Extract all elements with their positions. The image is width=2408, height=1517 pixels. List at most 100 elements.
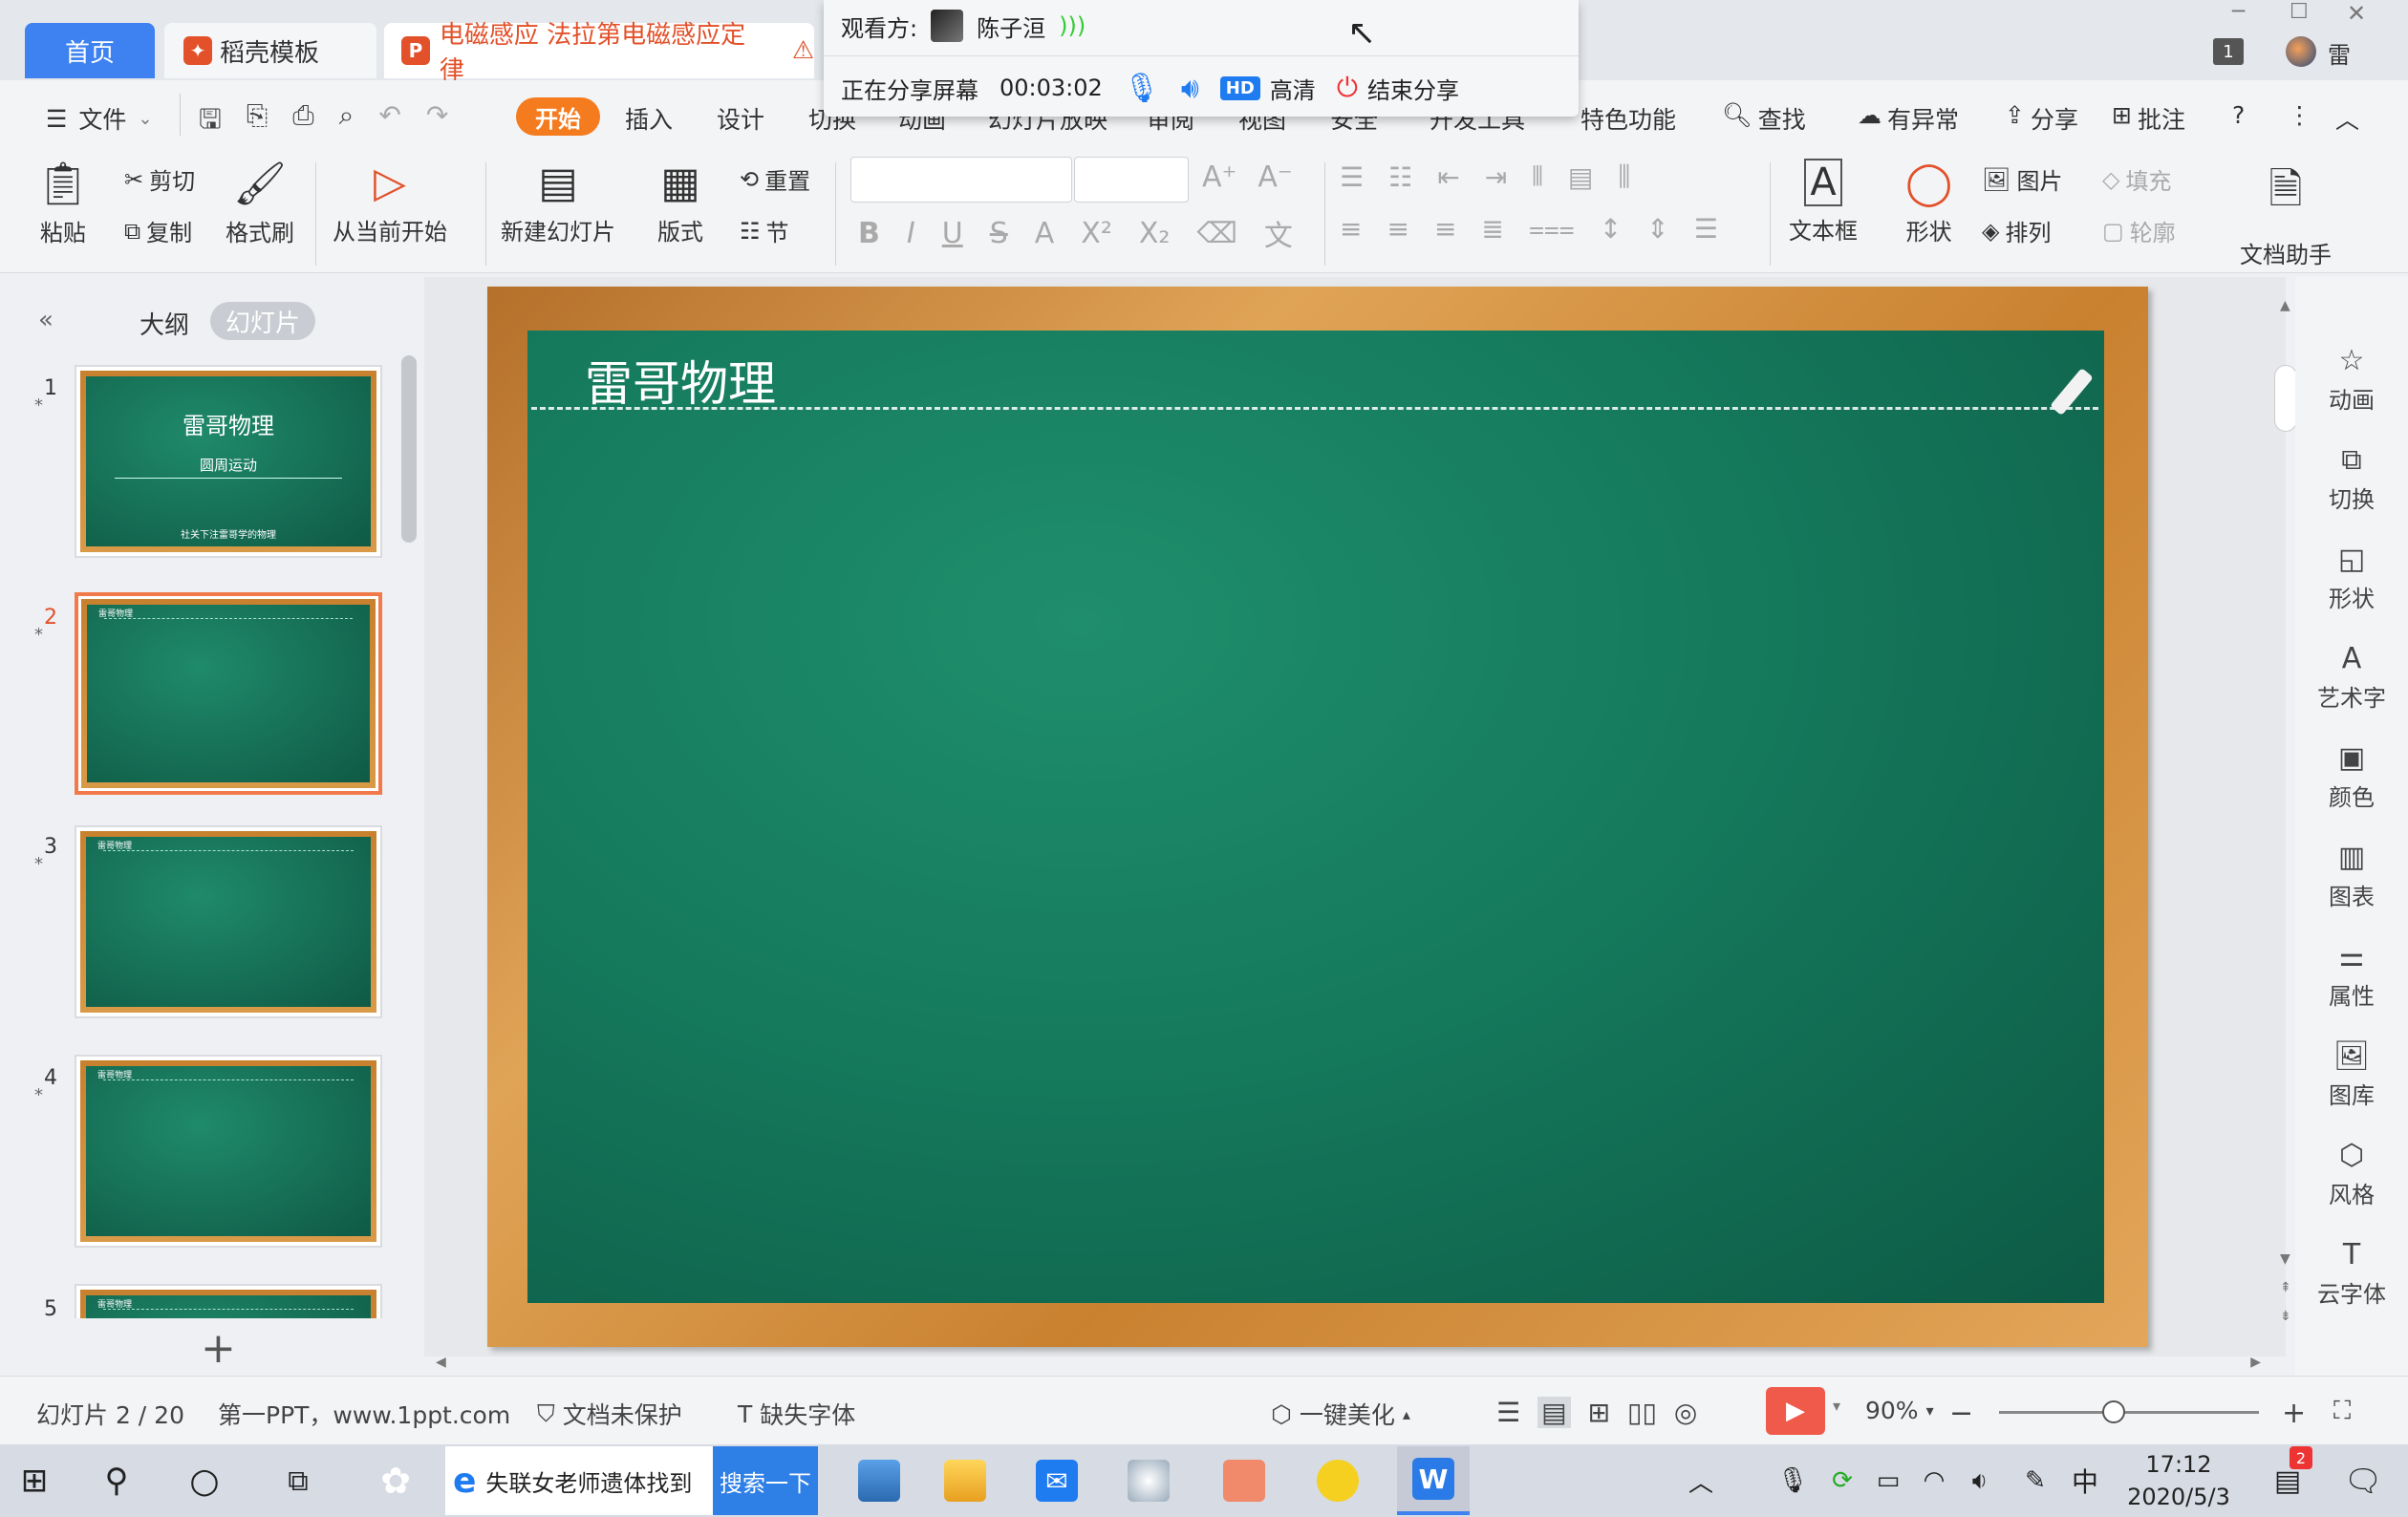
window-count-badge[interactable]: 1 [2213,38,2244,65]
tab-home[interactable]: 首页 [25,23,155,78]
slides-tab[interactable]: 幻灯片 [210,302,315,340]
zoom-slider-handle[interactable] [2102,1400,2125,1423]
line-spacing-options-icon[interactable]: ☰ [1694,213,1718,245]
pen-icon[interactable]: ✎ [2016,1456,2054,1506]
play-from-current-button[interactable]: ▷ 从当前开始 [333,159,447,246]
italic-icon[interactable]: I [907,217,915,250]
prev-slide-icon[interactable]: ⇞ [2280,1280,2291,1295]
taskbar-app-explorer[interactable] [936,1456,994,1506]
picture-button[interactable]: 🖼︎ 图片 [1982,162,2062,196]
tab-document[interactable]: P 电磁感应 法拉第电磁感应定律 ⚠ [384,21,814,85]
find-button[interactable]: 🔍︎ 查找 [1722,101,1806,136]
scroll-down-icon[interactable]: ▼ [2280,1251,2290,1267]
distribute-icon[interactable]: ⩶ [1529,212,1575,245]
scrollbar-thumb[interactable] [2274,365,2297,432]
arrange-button[interactable]: ◈ 排列 [1982,214,2051,247]
menu-start[interactable]: 开始 [516,97,600,136]
outline-tab[interactable]: 大纲 [140,306,189,341]
taskbar-app-slides[interactable] [1215,1456,1273,1506]
eraser-icon[interactable]: ⌫ [1196,217,1236,250]
font-size-select[interactable] [1074,157,1189,203]
superscript-icon[interactable]: X² [1081,217,1112,250]
new-slide-button[interactable]: ▤ 新建幻灯片 [501,159,615,246]
taskbar-app-computer[interactable] [850,1456,908,1506]
scroll-right-icon[interactable]: ▶ [2250,1355,2261,1370]
print-icon[interactable]: ⎙ [292,99,313,145]
outdent-icon[interactable]: ⇤ [1437,161,1459,193]
sidebar-transition[interactable]: ⧉ 切换 [2295,443,2408,514]
presenter-view-icon[interactable]: ◎ [1674,1397,1697,1428]
app-icon[interactable]: ✿ [371,1456,420,1506]
sidebar-style[interactable]: ⬡ 风格 [2295,1139,2408,1209]
fill-button[interactable]: ◇ 填充 [2102,162,2171,196]
system-clock[interactable]: 17:12 2020/5/3 [2121,1446,2236,1515]
user-avatar[interactable] [2286,36,2316,67]
menu-special[interactable]: 特色功能 [1580,101,1676,136]
slide-thumbnail-1[interactable]: 雷哥物理 圆周运动 社关下注雷哥学的物理 [75,365,382,558]
outline-button[interactable]: ▢ 轮廓 [2102,214,2176,247]
missing-font-button[interactable]: T 缺失字体 [738,1397,855,1431]
microphone-icon[interactable]: 🎙︎ [1124,72,1160,105]
sidebar-properties[interactable]: ⚌ 属性 [2295,940,2408,1011]
save-icon[interactable]: 🖫 [199,99,222,145]
comment-button[interactable]: ⊞ 批注 [2112,101,2185,136]
subscript-icon[interactable]: X₂ [1139,217,1171,250]
zoom-level[interactable]: 90% ▾ [1865,1397,1934,1424]
tab-templates[interactable]: ✦ 稻壳模板 [164,23,376,78]
taskbar-search-box[interactable]: e 失联女老师遗体找到 搜索一下 [445,1446,818,1515]
phonetic-icon[interactable]: 文 [1264,212,1293,254]
copy-button[interactable]: ⧉ 复制 [124,214,192,247]
tray-expand-icon[interactable]: ︿ [1682,1456,1720,1506]
font-family-select[interactable] [850,157,1072,203]
bold-icon[interactable]: B [858,217,880,250]
protection-status[interactable]: ⛉ 文档未保护 [537,1397,682,1431]
export-icon[interactable]: ⎘ [247,99,268,145]
strikethrough-icon[interactable]: S [990,217,1008,250]
help-icon[interactable]: ? [2232,101,2245,129]
zoom-slider[interactable] [1999,1411,2259,1414]
reset-button[interactable]: ⟲ 重置 [740,162,810,196]
scroll-left-icon[interactable]: ◀ [436,1355,446,1370]
textbox-button[interactable]: A 文本框 [1789,159,1858,246]
taskbar-app-person[interactable] [1120,1456,1177,1506]
file-menu[interactable]: ☰ 文件 ⌄ [46,101,153,136]
exception-button[interactable]: ☁ 有异常 [1858,101,1959,136]
menu-insert[interactable]: 插入 [625,101,673,136]
section-button[interactable]: ☷ 节 [740,214,789,247]
cortana-icon[interactable]: ○ [180,1456,229,1506]
action-center-icon[interactable]: 🗨︎ [2339,1456,2387,1506]
columns-icon[interactable]: ⫼ [1618,160,1630,193]
horizontal-scrollbar[interactable]: ◀ ▶ [436,1355,2261,1374]
text-direction-icon[interactable]: ⫴ [1532,160,1543,193]
sidebar-chart[interactable]: ▥ 图表 [2295,841,2408,911]
wifi-icon[interactable]: ◠ [1915,1456,1953,1506]
volume-icon[interactable]: 🔉︎ [1961,1456,1999,1506]
collapse-panel-icon[interactable]: « [38,306,54,334]
speaker-icon[interactable]: 🔊︎ [1181,72,1199,105]
taskbar-app-mail[interactable]: ✉ [1028,1456,1086,1506]
increase-font-icon[interactable]: A⁺ [1202,160,1236,194]
minimize-icon[interactable]: ─ [2232,0,2245,24]
taskbar-app-wps[interactable]: W [1397,1446,1470,1515]
slide-thumbnail-5[interactable]: 雷哥物理 [75,1284,382,1318]
sidebar-cloud-font[interactable]: T 云字体 [2295,1238,2408,1309]
ime-indicator[interactable]: 中 [2064,1456,2106,1506]
sidebar-wordart[interactable]: A 艺术字 [2295,642,2408,713]
print-preview-icon[interactable]: ⌕ [339,99,355,145]
tray-microphone-icon[interactable]: 🎙︎ [1774,1456,1812,1506]
slide-board[interactable] [527,331,2104,1303]
sidebar-gallery[interactable]: 🖼︎ 图库 [2295,1039,2408,1110]
add-slide-icon[interactable]: + [201,1324,236,1373]
align-left-icon[interactable]: ≡ [1340,213,1362,245]
bullet-list-icon[interactable]: ☰ [1340,161,1364,193]
redo-icon[interactable]: ↷ [426,99,448,145]
quality-button[interactable]: HD 高清 [1219,72,1316,105]
align-center-icon[interactable]: ≡ [1387,213,1408,245]
warning-icon[interactable]: ⚠ [792,36,814,65]
slide-thumbnail-3[interactable]: 雷哥物理 [75,825,382,1018]
notes-icon[interactable]: ☰ [1496,1397,1520,1428]
slide-title[interactable]: 雷哥物理 [585,346,776,415]
scroll-up-icon[interactable]: ▲ [2280,298,2290,313]
restore-icon[interactable]: ☐ [2290,0,2309,24]
windows-start-icon[interactable]: ⊞ [6,1456,63,1506]
